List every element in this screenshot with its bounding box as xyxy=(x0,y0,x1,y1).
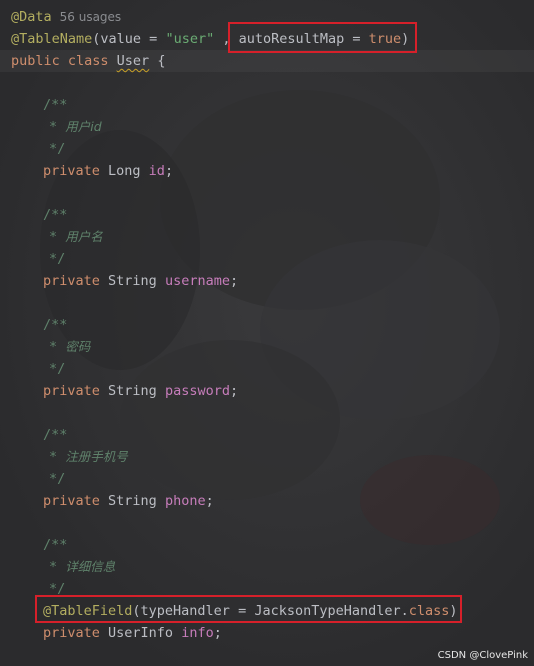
tablename-args: (value = xyxy=(92,31,166,47)
field-declaration[interactable]: private String username; xyxy=(43,270,534,292)
doc-close: */ xyxy=(49,581,66,597)
field-declaration[interactable]: private Long id; xyxy=(43,160,534,182)
tablefield-annotation: @TableField xyxy=(43,603,133,619)
tablename-value: "user" xyxy=(165,31,215,47)
doc-open: /** xyxy=(43,537,68,553)
tablename-annotation: @TableName xyxy=(11,31,93,47)
automap-value: true xyxy=(368,31,402,47)
data-annotation[interactable]: @Data xyxy=(11,9,52,25)
code-line-data-annotation[interactable]: @Data 56 usages xyxy=(11,6,534,28)
code-line-class-decl[interactable]: public class User { xyxy=(11,50,534,72)
doc-close: */ xyxy=(49,251,66,267)
doc-comment-line: * 注册手机号 xyxy=(49,449,128,465)
watermark: CSDN @ClovePink xyxy=(437,650,528,661)
doc-open: /** xyxy=(43,97,68,113)
doc-close: */ xyxy=(49,471,66,487)
doc-close: */ xyxy=(49,361,66,377)
close-paren: ) xyxy=(401,31,410,47)
automap-key: autoResultMap = xyxy=(238,31,369,47)
doc-close: */ xyxy=(49,141,66,157)
usages-hint[interactable]: 56 usages xyxy=(60,10,122,24)
doc-open: /** xyxy=(43,207,68,223)
class-keyword: public class xyxy=(11,53,117,69)
doc-comment-line: * 详细信息 xyxy=(49,559,116,575)
field-declaration[interactable]: private String password; xyxy=(43,380,534,402)
doc-open: /** xyxy=(43,427,68,443)
doc-open: /** xyxy=(43,317,68,333)
doc-comment-line: * 用户名 xyxy=(49,229,103,245)
tablename-separator: , xyxy=(214,31,239,47)
code-editor[interactable]: @Data 56 usages @TableName(value = "user"… xyxy=(0,0,534,666)
field-declaration[interactable]: private String phone; xyxy=(43,490,534,512)
class-name[interactable]: User xyxy=(117,53,150,69)
open-brace: { xyxy=(149,53,166,69)
code-line-tablename[interactable]: @TableName(value = "user" , autoResultMa… xyxy=(11,28,534,50)
code-line-tablefield[interactable]: @TableField(typeHandler = JacksonTypeHan… xyxy=(43,600,534,622)
field-declaration[interactable]: private UserInfo info; xyxy=(43,622,534,644)
doc-comment-line: * 密码 xyxy=(49,339,91,355)
doc-comment-line: * 用户id xyxy=(49,119,102,135)
